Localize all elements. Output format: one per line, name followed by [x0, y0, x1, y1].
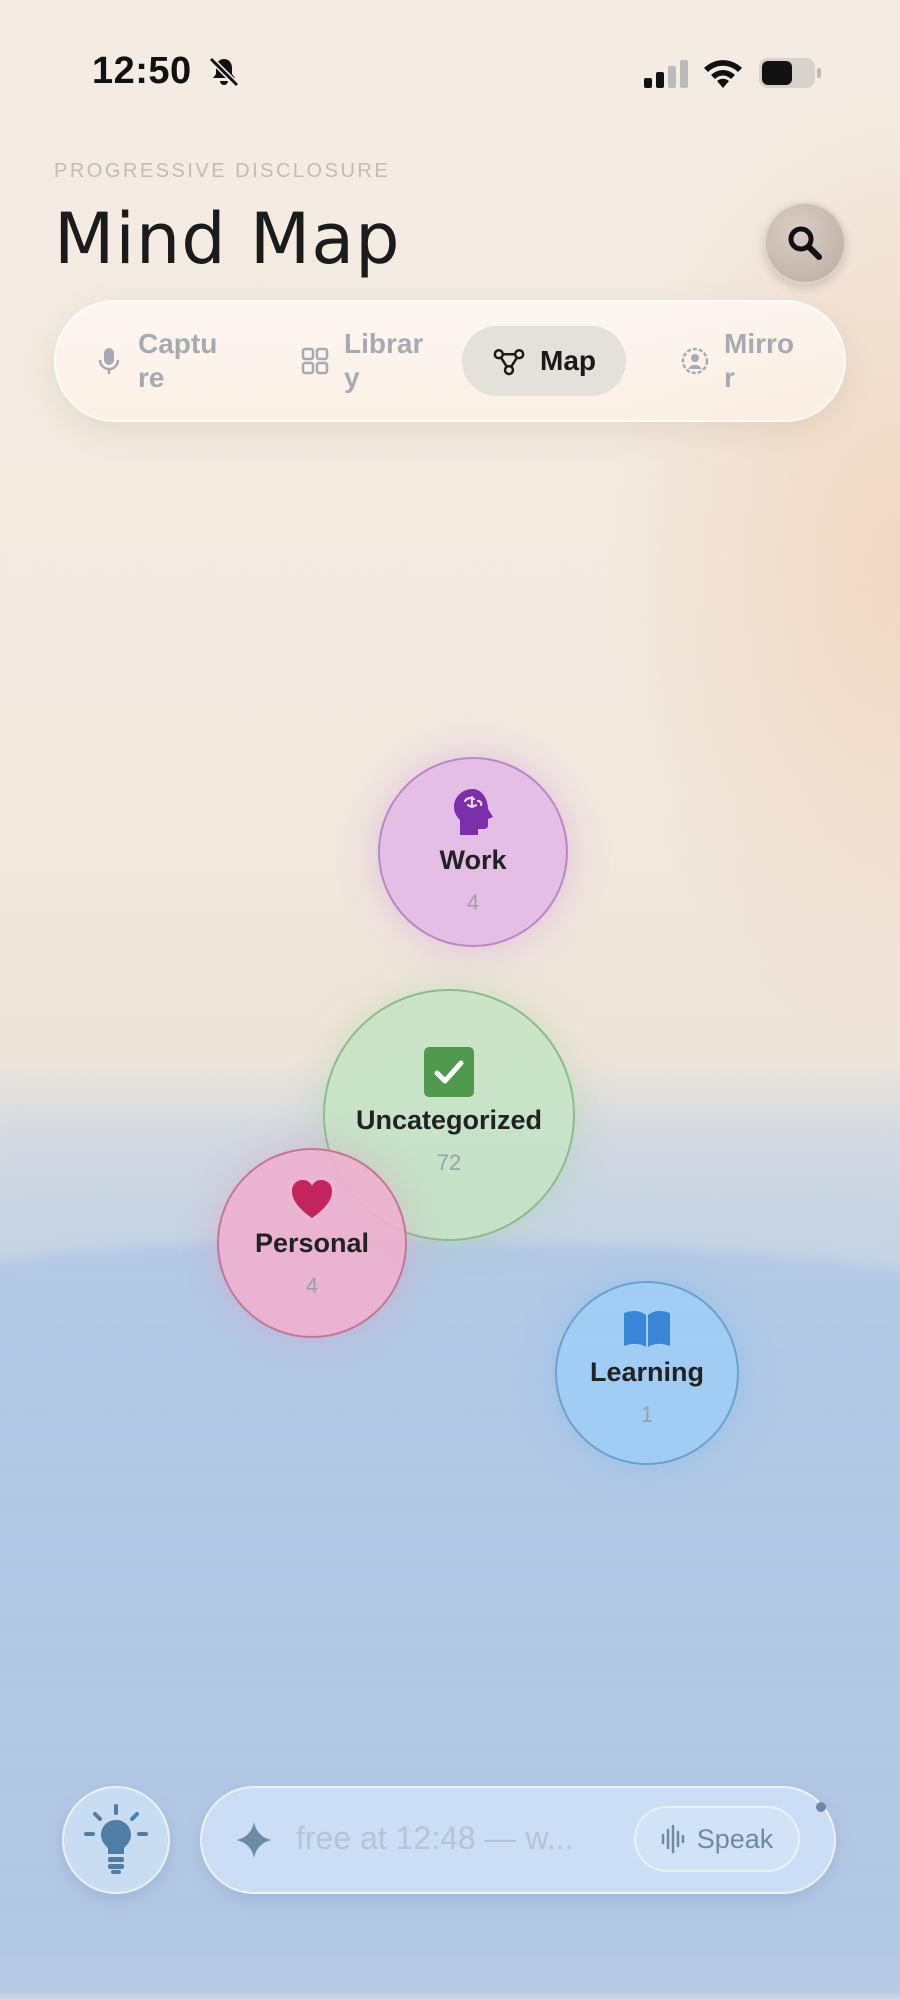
sparkle-icon [236, 1822, 272, 1858]
nodes-icon [493, 348, 525, 376]
grid-icon [301, 347, 329, 375]
tab-map[interactable]: Map [462, 326, 626, 396]
category-name: Uncategorized [355, 1105, 543, 1135]
composer-placeholder: free at 12:48 — w... [296, 1820, 574, 1856]
tab-bar: Capture Library Map Mirror [54, 300, 846, 422]
section-eyebrow: PROGRESSIVE DISCLOSURE [54, 160, 391, 182]
tab-mirror[interactable]: Mirror [680, 326, 804, 396]
category-bubble-personal[interactable]: Personal 4 [217, 1148, 407, 1338]
signal-icon [644, 60, 688, 88]
category-count: 4 [466, 890, 480, 915]
tab-library[interactable]: Library [300, 326, 424, 396]
tab-capture[interactable]: Capture [94, 326, 218, 396]
category-name: Learning [589, 1357, 704, 1387]
bell-muted-icon [208, 56, 240, 88]
category-count: 1 [640, 1402, 654, 1427]
heart-icon [292, 1180, 332, 1218]
category-bubble-work[interactable]: Work 4 [378, 757, 568, 947]
battery-icon [759, 58, 821, 88]
tab-label: Map [540, 345, 596, 376]
composer-input[interactable]: free at 12:48 — w... Speak [200, 1786, 836, 1894]
status-time: 12:50 [92, 50, 192, 92]
waveform-icon [661, 1824, 684, 1854]
tab-label: Mirror [724, 328, 794, 393]
checkbox-icon [424, 1047, 474, 1097]
person-circle-icon [681, 347, 709, 375]
indicator-dot [816, 1802, 826, 1812]
category-count: 4 [305, 1273, 319, 1298]
speak-button[interactable]: Speak [634, 1806, 800, 1872]
search-button[interactable] [764, 202, 846, 284]
tab-label: Library [344, 328, 424, 393]
microphone-icon [98, 348, 120, 374]
idea-button[interactable] [62, 1786, 170, 1894]
book-icon [624, 1310, 670, 1347]
speak-label: Speak [696, 1823, 774, 1854]
search-icon [788, 226, 822, 260]
tab-label: Capture [138, 328, 218, 393]
category-count: 72 [436, 1150, 462, 1175]
page-title: Mind Map [54, 198, 401, 280]
brain-head-icon [454, 789, 493, 835]
category-bubble-learning[interactable]: Learning 1 [555, 1281, 739, 1465]
wifi-icon [704, 60, 742, 88]
lightbulb-icon [84, 1804, 148, 1874]
category-name: Personal [254, 1228, 370, 1258]
category-name: Work [439, 845, 507, 875]
